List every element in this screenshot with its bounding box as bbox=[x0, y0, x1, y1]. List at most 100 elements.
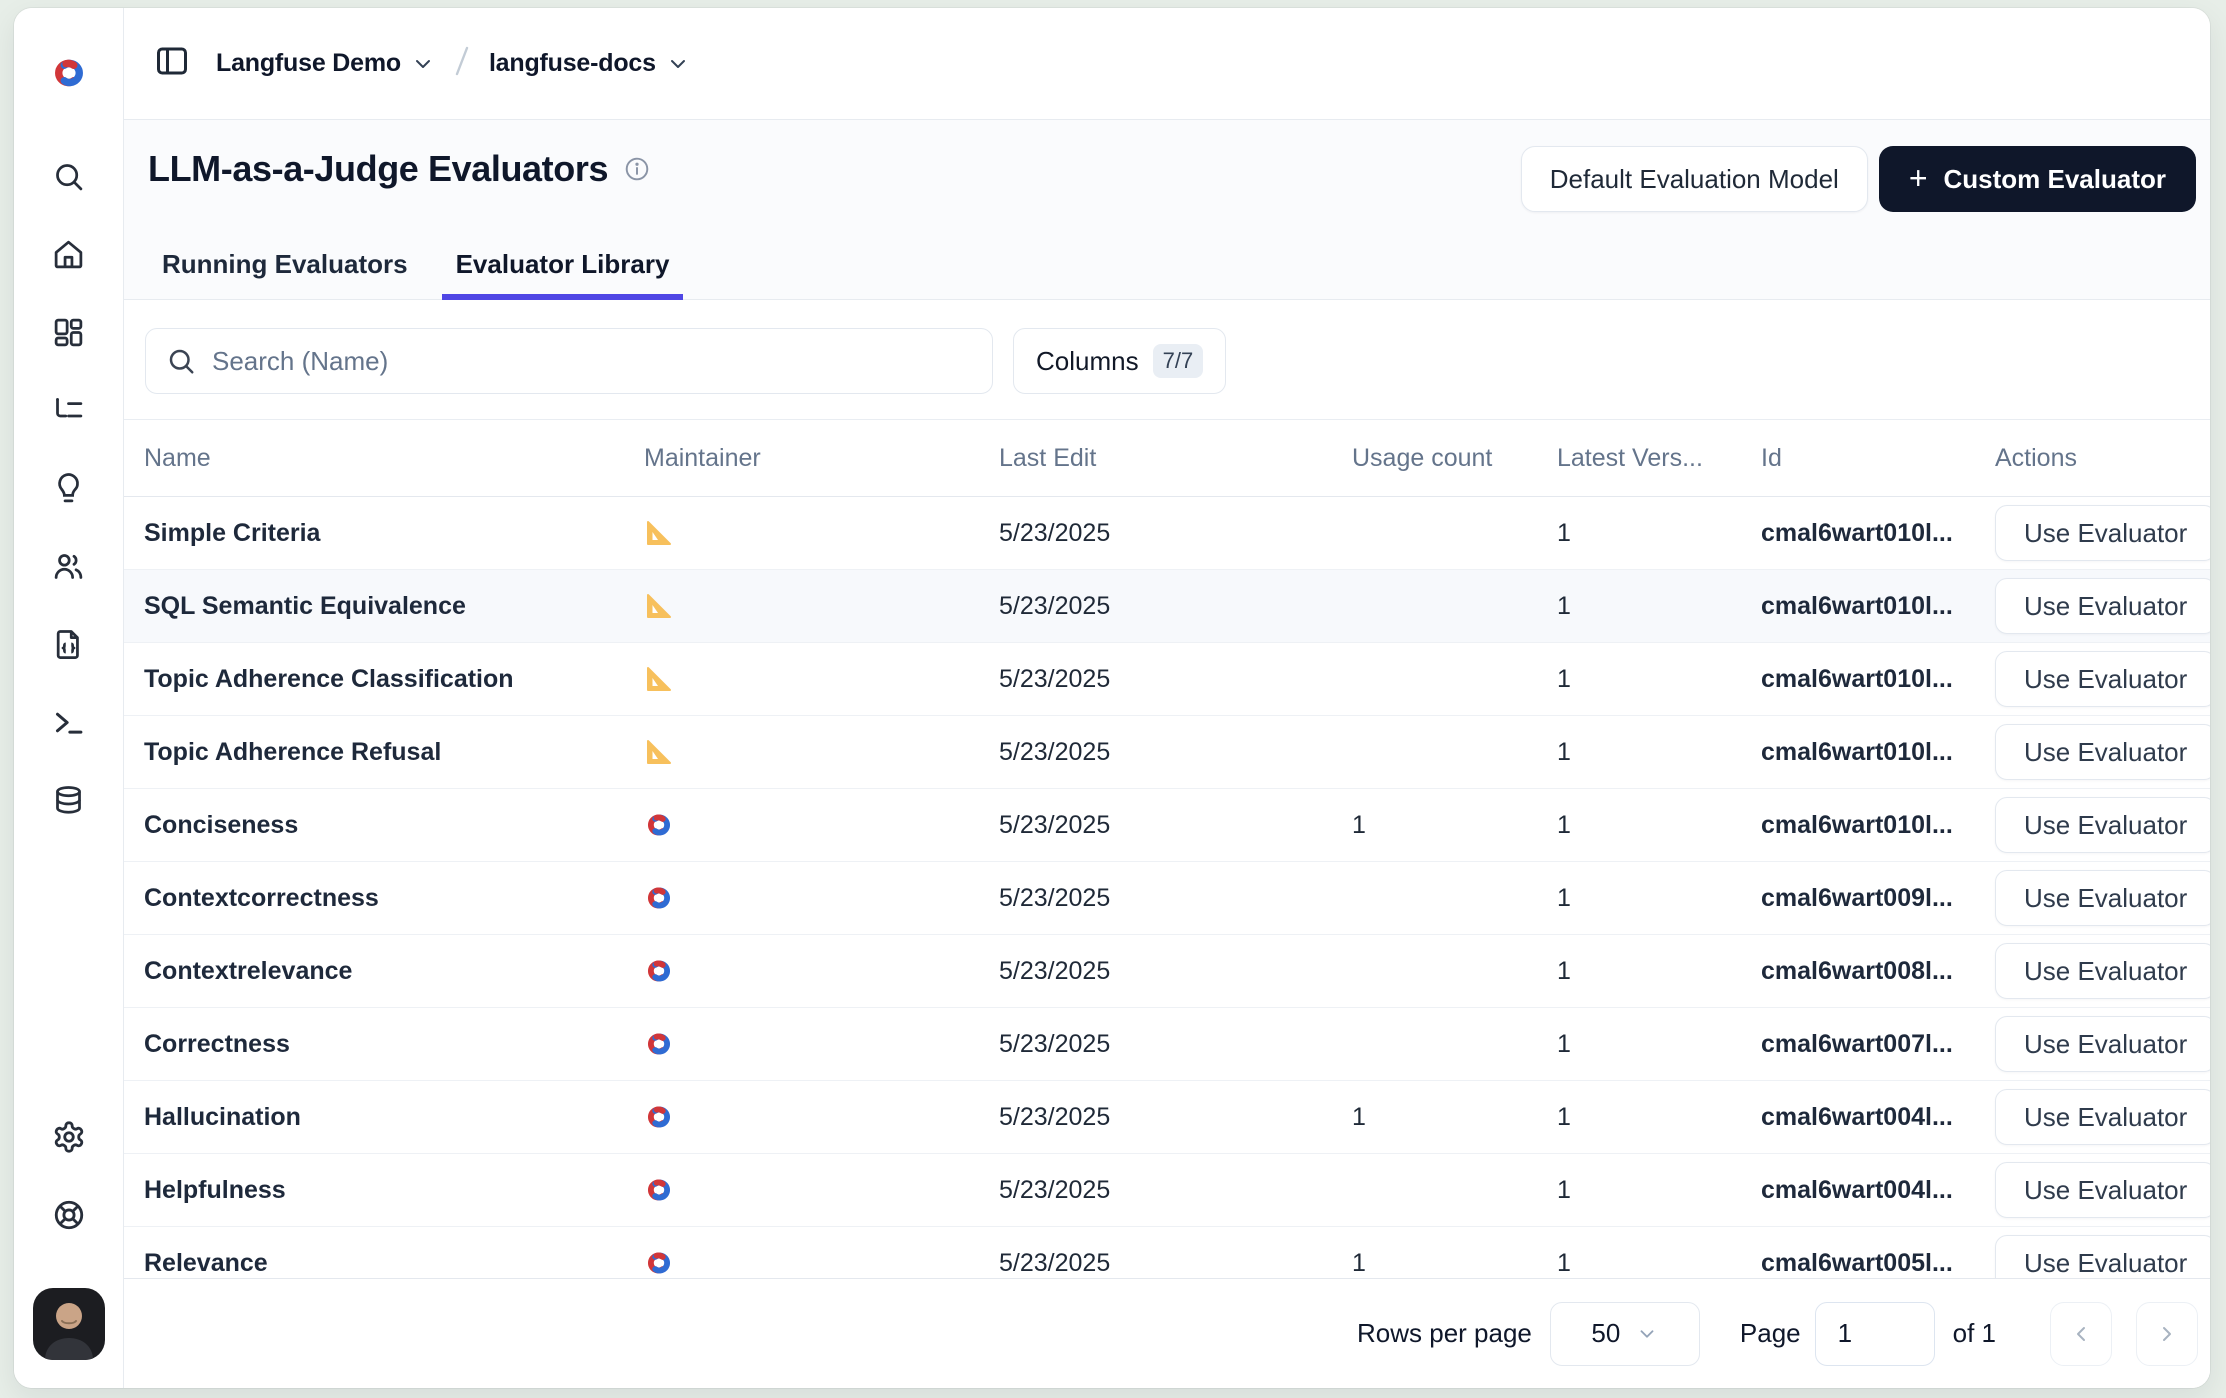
table-row[interactable]: Contextrelevance5/23/20251cmal6wart008l.… bbox=[124, 935, 2210, 1008]
latest-version-cell: 1 bbox=[1557, 716, 1571, 788]
table-row[interactable]: Topic Adherence Refusal5/23/20251cmal6wa… bbox=[124, 716, 2210, 789]
langfuse-logo-icon bbox=[644, 956, 674, 986]
search-box[interactable] bbox=[145, 328, 993, 394]
usage-count-cell: 1 bbox=[1352, 1081, 1366, 1153]
table-row[interactable]: SQL Semantic Equivalence5/23/20251cmal6w… bbox=[124, 570, 2210, 643]
use-evaluator-button[interactable]: Use Evaluator bbox=[1995, 943, 2210, 999]
evaluator-id-cell: cmal6wart004l... bbox=[1761, 1154, 1953, 1226]
home-icon[interactable] bbox=[52, 238, 85, 271]
table-row[interactable]: Topic Adherence Classification5/23/20251… bbox=[124, 643, 2210, 716]
users-icon[interactable] bbox=[52, 550, 85, 583]
evaluator-name: SQL Semantic Equivalence bbox=[144, 570, 466, 642]
page-total: of 1 bbox=[1953, 1318, 1996, 1349]
evaluator-id-cell: cmal6wart010l... bbox=[1761, 789, 1953, 861]
use-evaluator-button[interactable]: Use Evaluator bbox=[1995, 1016, 2210, 1072]
use-evaluator-button[interactable]: Use Evaluator bbox=[1995, 505, 2210, 561]
actions-cell: Use Evaluator bbox=[1995, 789, 2210, 861]
evaluator-name: Correctness bbox=[144, 1008, 290, 1080]
latest-version-cell: 1 bbox=[1557, 1008, 1571, 1080]
evaluator-name: Simple Criteria bbox=[144, 497, 320, 569]
next-page-button[interactable] bbox=[2136, 1302, 2198, 1366]
latest-version-cell: 1 bbox=[1557, 497, 1571, 569]
use-evaluator-button[interactable]: Use Evaluator bbox=[1995, 797, 2210, 853]
use-evaluator-button[interactable]: Use Evaluator bbox=[1995, 1162, 2210, 1218]
dashboard-icon[interactable] bbox=[52, 316, 85, 349]
use-evaluator-button[interactable]: Use Evaluator bbox=[1995, 1235, 2210, 1278]
column-header-name: Name bbox=[144, 420, 211, 496]
custom-evaluator-button[interactable]: + Custom Evaluator bbox=[1879, 146, 2196, 212]
table-row[interactable]: Simple Criteria5/23/20251cmal6wart010l..… bbox=[124, 497, 2210, 570]
sidebar-toggle-icon[interactable] bbox=[154, 43, 190, 84]
actions-cell: Use Evaluator bbox=[1995, 497, 2210, 569]
search-icon[interactable] bbox=[52, 160, 85, 193]
last-edit-cell: 5/23/2025 bbox=[999, 789, 1110, 861]
rows-per-page-value: 50 bbox=[1591, 1318, 1620, 1349]
search-input[interactable] bbox=[212, 346, 972, 377]
evaluator-id-cell: cmal6wart007l... bbox=[1761, 1008, 1953, 1080]
actions-cell: Use Evaluator bbox=[1995, 1154, 2210, 1226]
default-evaluation-model-button[interactable]: Default Evaluation Model bbox=[1521, 146, 1868, 212]
actions-cell: Use Evaluator bbox=[1995, 935, 2210, 1007]
ragas-logo-icon bbox=[644, 591, 674, 621]
use-evaluator-button[interactable]: Use Evaluator bbox=[1995, 870, 2210, 926]
last-edit-cell: 5/23/2025 bbox=[999, 497, 1110, 569]
tab-running-evaluators[interactable]: Running Evaluators bbox=[148, 235, 422, 300]
search-icon bbox=[166, 346, 196, 376]
use-evaluator-button[interactable]: Use Evaluator bbox=[1995, 724, 2210, 780]
lightbulb-icon[interactable] bbox=[52, 472, 85, 505]
tab-evaluator-library[interactable]: Evaluator Library bbox=[442, 235, 684, 300]
evaluator-id-cell: cmal6wart010l... bbox=[1761, 570, 1953, 642]
evaluator-id-cell: cmal6wart010l... bbox=[1761, 716, 1953, 788]
evaluator-name: Topic Adherence Refusal bbox=[144, 716, 441, 788]
project-selector[interactable]: langfuse-docs bbox=[489, 49, 690, 78]
table-row[interactable]: Relevance5/23/202511cmal6wart005l...Use … bbox=[124, 1227, 2210, 1278]
table-row[interactable]: Correctness5/23/20251cmal6wart007l...Use… bbox=[124, 1008, 2210, 1081]
usage-count-cell: 1 bbox=[1352, 1227, 1366, 1278]
evaluator-name: Helpfulness bbox=[144, 1154, 286, 1226]
use-evaluator-button[interactable]: Use Evaluator bbox=[1995, 1089, 2210, 1145]
ragas-logo-icon bbox=[644, 664, 674, 694]
use-evaluator-button[interactable]: Use Evaluator bbox=[1995, 651, 2210, 707]
info-icon[interactable] bbox=[624, 156, 650, 187]
table-row[interactable]: Contextcorrectness5/23/20251cmal6wart009… bbox=[124, 862, 2210, 935]
use-evaluator-button[interactable]: Use Evaluator bbox=[1995, 578, 2210, 634]
org-selector[interactable]: Langfuse Demo bbox=[216, 49, 435, 78]
evaluator-table: Name Maintainer Last Edit Usage count La… bbox=[124, 420, 2210, 1278]
app-window: Langfuse Demo langfuse-docs LLM-as-a-Jud… bbox=[14, 8, 2210, 1388]
database-icon[interactable] bbox=[52, 784, 85, 817]
latest-version-cell: 1 bbox=[1557, 862, 1571, 934]
actions-cell: Use Evaluator bbox=[1995, 570, 2210, 642]
evaluator-id-cell: cmal6wart010l... bbox=[1761, 643, 1953, 715]
plus-icon: + bbox=[1909, 162, 1928, 194]
evaluator-id-cell: cmal6wart009l... bbox=[1761, 862, 1953, 934]
page-number-input[interactable] bbox=[1815, 1302, 1935, 1366]
table-row[interactable]: Helpfulness5/23/20251cmal6wart004l...Use… bbox=[124, 1154, 2210, 1227]
terminal-icon[interactable] bbox=[52, 706, 85, 739]
page-label: Page bbox=[1740, 1318, 1801, 1349]
settings-gear-icon[interactable] bbox=[52, 1120, 86, 1154]
maintainer-cell bbox=[644, 1081, 674, 1153]
table-row[interactable]: Hallucination5/23/202511cmal6wart004l...… bbox=[124, 1081, 2210, 1154]
maintainer-cell bbox=[644, 716, 674, 788]
last-edit-cell: 5/23/2025 bbox=[999, 1081, 1110, 1153]
table-row[interactable]: Conciseness5/23/202511cmal6wart010l...Us… bbox=[124, 789, 2210, 862]
columns-button[interactable]: Columns 7/7 bbox=[1013, 328, 1226, 394]
column-header-usage-count: Usage count bbox=[1352, 420, 1492, 496]
sidebar bbox=[14, 8, 124, 1388]
support-lifebuoy-icon[interactable] bbox=[52, 1198, 86, 1232]
langfuse-logo-icon bbox=[644, 1248, 674, 1278]
rows-per-page-select[interactable]: 50 bbox=[1550, 1302, 1700, 1366]
prompts-file-icon[interactable] bbox=[52, 628, 85, 661]
user-avatar[interactable] bbox=[33, 1288, 105, 1360]
evaluator-name: Relevance bbox=[144, 1227, 268, 1278]
last-edit-cell: 5/23/2025 bbox=[999, 643, 1110, 715]
chevron-down-icon bbox=[411, 52, 435, 76]
table-header: Name Maintainer Last Edit Usage count La… bbox=[124, 420, 2210, 497]
langfuse-logo-icon bbox=[50, 54, 88, 92]
last-edit-cell: 5/23/2025 bbox=[999, 862, 1110, 934]
previous-page-button[interactable] bbox=[2050, 1302, 2112, 1366]
tracing-tree-icon[interactable] bbox=[52, 394, 85, 427]
latest-version-cell: 1 bbox=[1557, 789, 1571, 861]
latest-version-cell: 1 bbox=[1557, 1154, 1571, 1226]
langfuse-logo-icon bbox=[644, 1029, 674, 1059]
